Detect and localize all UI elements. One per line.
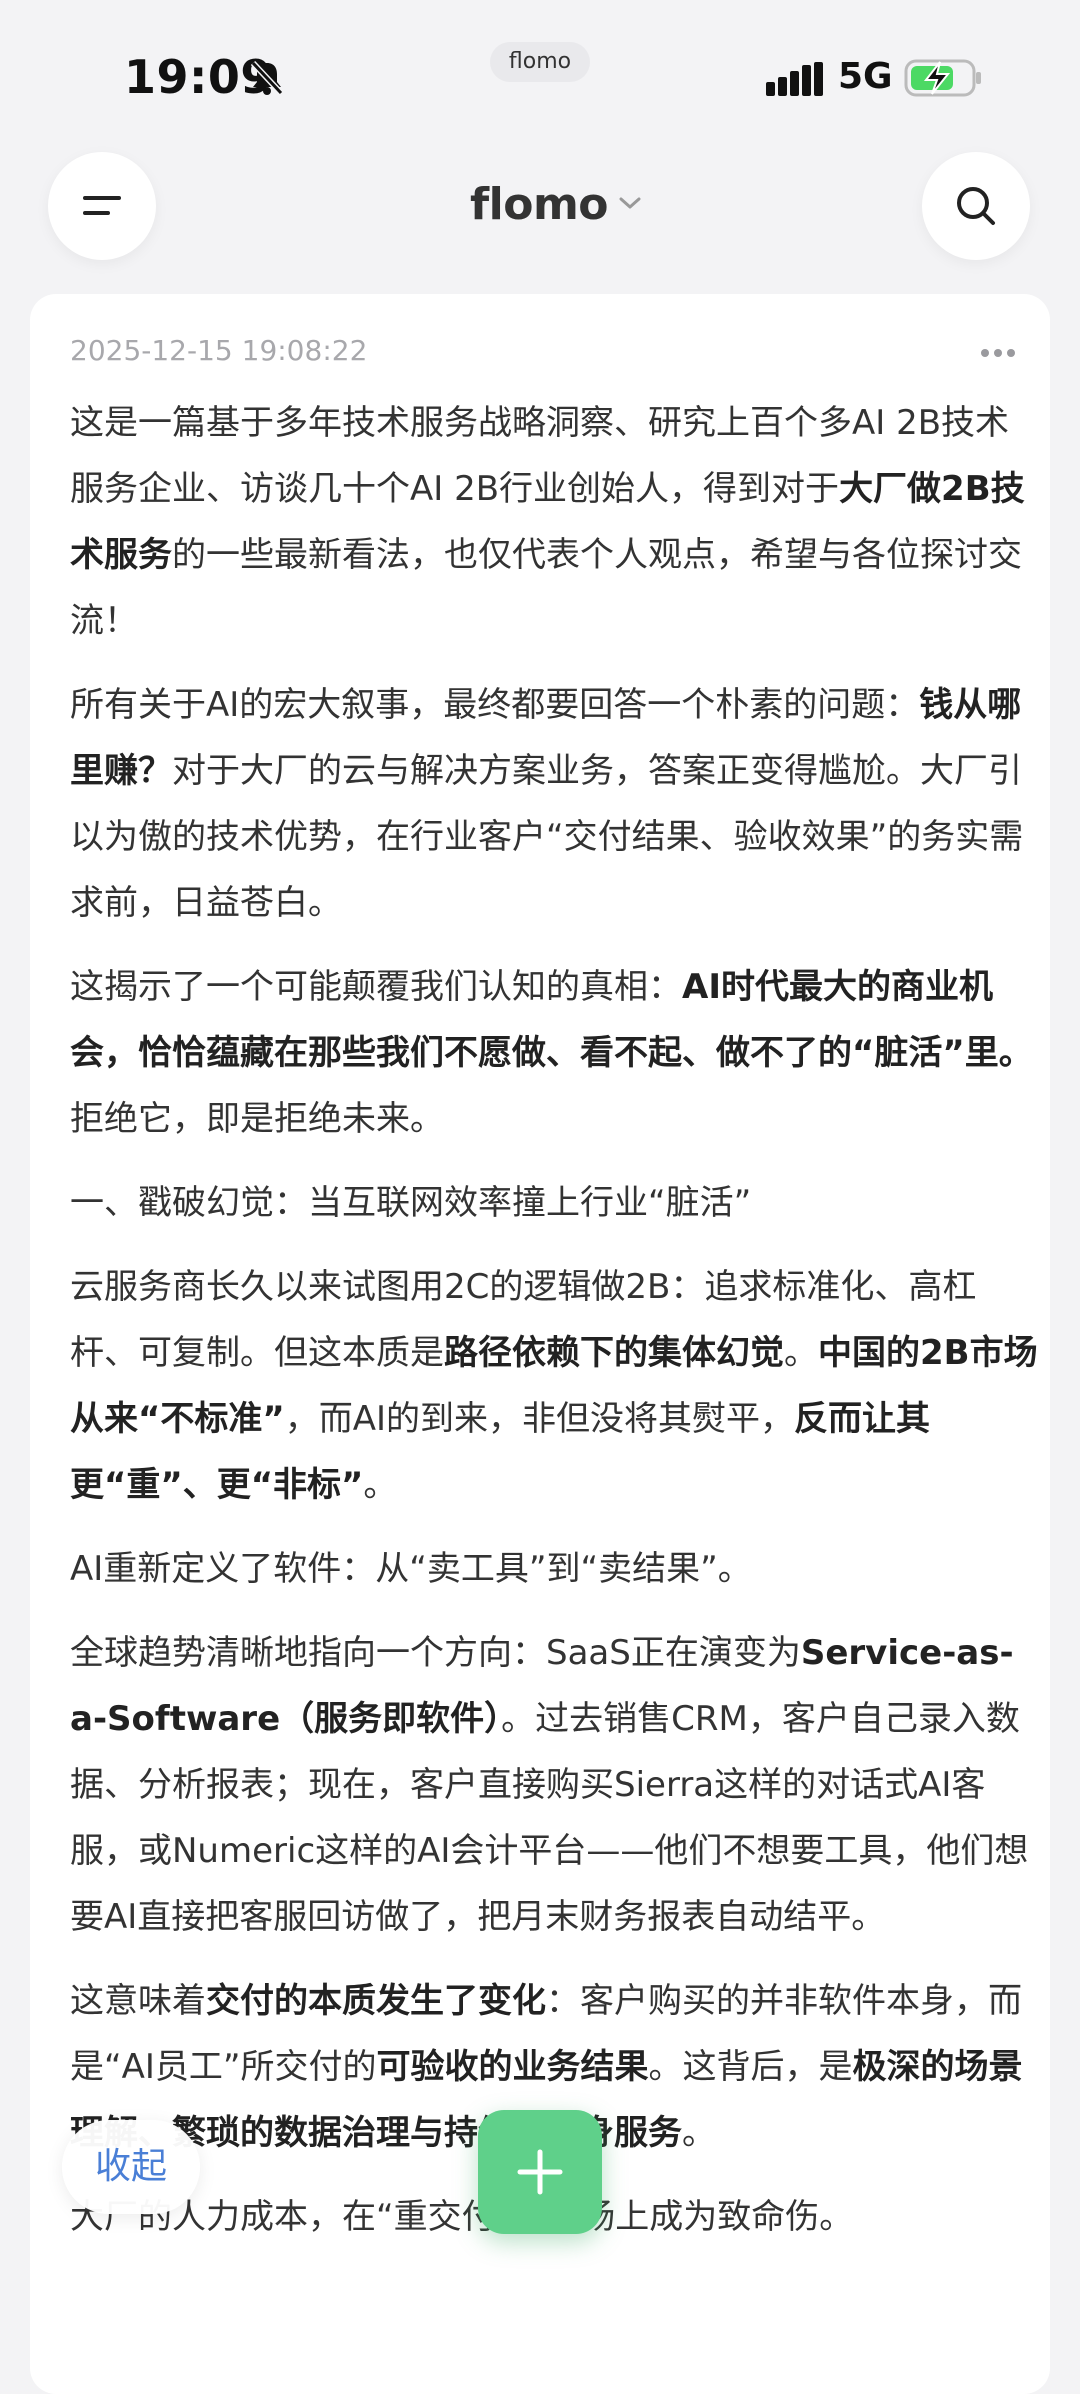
memo-bold-text: 交付的本质发生了变化 bbox=[206, 1981, 546, 2021]
memo-paragraph: 这揭示了一个可能颠覆我们认知的真相：AI时代最大的商业机会，恰恰蕴藏在那些我们不… bbox=[70, 954, 1040, 1152]
menu-button[interactable] bbox=[48, 152, 156, 260]
memo-paragraph: 全球趋势清晰地指向一个方向：SaaS正在演变为Service-as-a-Soft… bbox=[70, 1620, 1040, 1950]
bell-slash-icon bbox=[250, 60, 284, 100]
memo-text: 所有关于AI的宏大叙事，最终都要回答一个朴素的问题： bbox=[70, 685, 920, 725]
memo-text: 。 bbox=[363, 1465, 398, 1505]
signal-icon bbox=[766, 62, 824, 100]
status-bar: 19:09 flomo 5G bbox=[0, 0, 1080, 130]
memo-paragraph: AI重新定义了软件：从“卖工具”到“卖结果”。 bbox=[70, 1536, 1040, 1602]
memo-text: 这揭示了一个可能颠覆我们认知的真相： bbox=[70, 967, 682, 1007]
more-dots-icon[interactable] bbox=[980, 344, 1016, 363]
memo-paragraph: 云服务商长久以来试图用2C的逻辑做2B：追求标准化、高杠杆、可复制。但这本质是路… bbox=[70, 1254, 1040, 1518]
memo-text: 大厂的人力成本，在“重交付”的战场上成为致命伤。 bbox=[70, 2197, 854, 2237]
memo-text: 这意味着 bbox=[70, 1981, 206, 2021]
battery-charging-icon bbox=[904, 58, 984, 102]
memo-text: AI重新定义了软件：从“卖工具”到“卖结果”。 bbox=[70, 1549, 752, 1589]
memo-text: 的一些最新看法，也仅代表个人观点，希望与各位探讨交流！ bbox=[70, 535, 1022, 641]
memo-text: 一、戳破幻觉：当互联网效率撞上行业“脏活” bbox=[70, 1183, 752, 1223]
app-title: flomo bbox=[470, 178, 609, 230]
search-icon bbox=[957, 187, 995, 225]
memo-text: 全球趋势清晰地指向一个方向：SaaS正在演变为 bbox=[70, 1633, 801, 1673]
collapse-button[interactable]: 收起 bbox=[62, 2120, 200, 2214]
memo-text: 。 bbox=[682, 2113, 716, 2153]
memo-paragraph: 这是一篇基于多年技术服务战略洞察、研究上百个多AI 2B技术服务企业、访谈几十个… bbox=[70, 390, 1040, 654]
memo-content: 这是一篇基于多年技术服务战略洞察、研究上百个多AI 2B技术服务企业、访谈几十个… bbox=[70, 390, 1040, 2268]
memo-text: 。 bbox=[784, 1333, 818, 1373]
memo-paragraph: 所有关于AI的宏大叙事，最终都要回答一个朴素的问题：钱从哪里赚？对于大厂的云与解… bbox=[70, 672, 1040, 936]
memo-bold-text: 可验收的业务结果 bbox=[376, 2047, 649, 2087]
dynamic-island-label: flomo bbox=[490, 42, 590, 82]
memo-text: 。这背后，是 bbox=[648, 2047, 853, 2087]
plus-icon bbox=[517, 2149, 563, 2195]
chevron-down-icon bbox=[618, 195, 642, 215]
memo-card[interactable]: 2025-12-15 19:08:22 这是一篇基于多年技术服务战略洞察、研究上… bbox=[30, 294, 1050, 2394]
menu-icon bbox=[83, 196, 121, 215]
memo-timestamp: 2025-12-15 19:08:22 bbox=[70, 334, 368, 367]
app-switcher[interactable]: flomo bbox=[470, 174, 642, 234]
memo-text: 对于大厂的云与解决方案业务，答案正变得尴尬。大厂引以为傲的技术优势，在行业客户“… bbox=[70, 751, 1024, 923]
memo-text: 拒绝它，即是拒绝未来。 bbox=[70, 1099, 444, 1139]
memo-paragraph: 一、戳破幻觉：当互联网效率撞上行业“脏活” bbox=[70, 1170, 1040, 1236]
memo-text: ，而AI的到来，非但没将其熨平， bbox=[284, 1399, 794, 1439]
network-type: 5G bbox=[838, 56, 893, 97]
add-memo-button[interactable] bbox=[478, 2110, 602, 2234]
search-button[interactable] bbox=[922, 152, 1030, 260]
memo-bold-text: 路径依赖下的集体幻觉 bbox=[444, 1333, 784, 1373]
